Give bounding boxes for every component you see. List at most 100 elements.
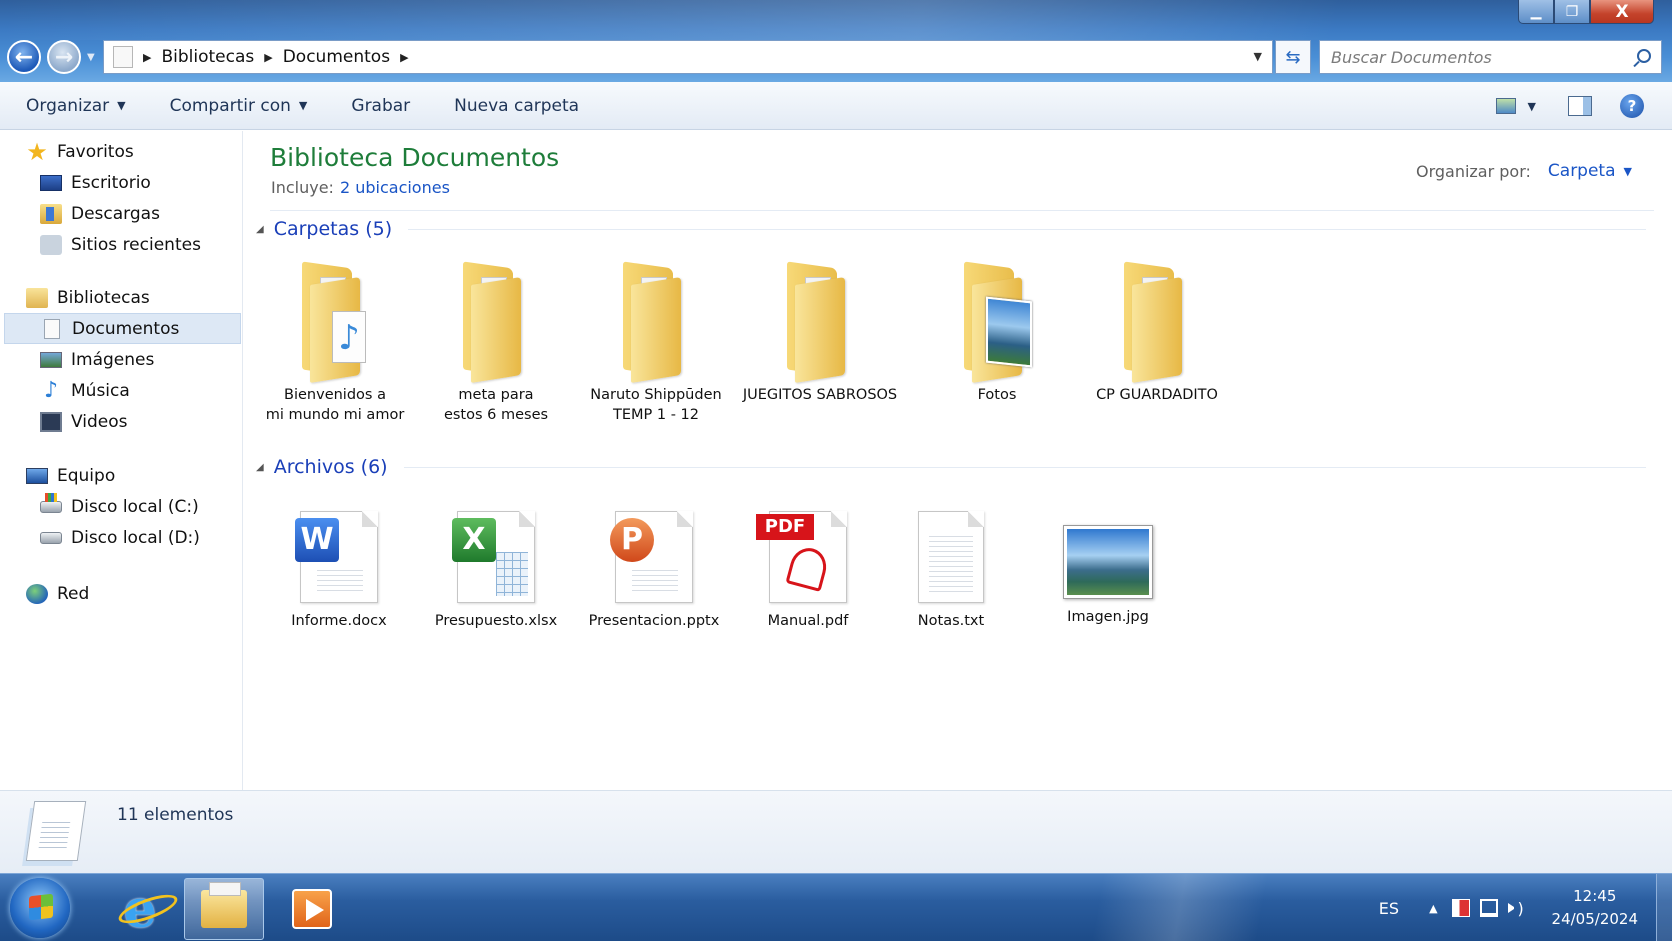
excel-badge: X [452, 518, 496, 562]
file-tile-presentacion[interactable]: P Presentacion.pptx [574, 511, 734, 631]
sidebar-item-favoritos[interactable]: ★ Favoritos [0, 136, 243, 167]
collapse-triangle-icon[interactable]: ◢ [256, 462, 264, 473]
new-folder-button[interactable]: Nueva carpeta [454, 96, 579, 116]
files-group-header[interactable]: ◢ Archivos (6) [256, 456, 1646, 478]
folder-name-line2: TEMP 1 - 12 [612, 407, 699, 423]
file-list-area: Biblioteca Documentos Incluye: 2 ubicacio… [244, 131, 1672, 790]
arrange-by-dropdown[interactable]: Carpeta [1548, 161, 1616, 181]
burn-button[interactable]: Grabar [351, 96, 410, 116]
file-tile-notas[interactable]: Notas.txt [876, 511, 1026, 631]
folder-name: Fotos [977, 387, 1017, 403]
sidebar-item-label: Documentos [72, 318, 180, 339]
files-group-label: Archivos (6) [273, 456, 388, 478]
folders-group-header[interactable]: ◢ Carpetas (5) [256, 218, 1646, 240]
sidebar-item-label: Escritorio [71, 172, 151, 193]
breadcrumb-bibliotecas[interactable]: Bibliotecas [161, 47, 254, 67]
library-includes: Incluye: 2 ubicaciones [271, 178, 450, 197]
breadcrumb-documentos[interactable]: Documentos [283, 47, 390, 67]
new-folder-label: Nueva carpeta [454, 95, 580, 116]
organize-label: Organizar [26, 95, 110, 116]
word-badge: W [295, 518, 339, 562]
show-desktop-button[interactable] [1656, 874, 1672, 941]
file-name: Notas.txt [917, 613, 985, 629]
taskbar-internet-explorer[interactable]: e [100, 878, 180, 940]
folder-icon [1120, 261, 1194, 383]
language-indicator[interactable]: ES [1379, 899, 1399, 918]
taskbar-windows-explorer[interactable] [184, 878, 264, 940]
folders-group-label: Carpetas (5) [273, 218, 393, 240]
arrange-by-label: Organizar por: [1415, 161, 1531, 181]
taskbar: e ES ▲ 12:45 24/05/2024 [0, 873, 1672, 941]
folder-tile-bienvenidos[interactable]: ♪ Bienvenidos a mi mundo mi amor [260, 261, 410, 425]
folder-icon [201, 882, 247, 928]
sidebar-item-musica[interactable]: ♪ Música [0, 375, 243, 406]
sidebar-item-bibliotecas[interactable]: Bibliotecas [0, 282, 243, 313]
search-input[interactable] [1331, 47, 1621, 67]
address-bar[interactable]: ▶ Bibliotecas ▶ Documentos ▶ ▼ [103, 40, 1273, 74]
network-status-icon[interactable] [1479, 899, 1498, 917]
help-icon[interactable]: ? [1620, 94, 1644, 118]
folder-name-line1: Naruto Shippūden [590, 387, 722, 403]
view-options-dropdown[interactable]: ▼ [1528, 100, 1536, 113]
sidebar-item-disco-c[interactable]: Disco local (C:) [0, 491, 243, 522]
clock-time: 12:45 [1573, 887, 1617, 905]
breadcrumb-separator[interactable]: ▶ [264, 51, 272, 64]
command-bar-right: ▼ ? [1495, 82, 1672, 130]
sidebar-item-equipo[interactable]: Equipo [0, 460, 243, 491]
title-bar: ▁ ❐ X ← → ▼ ▶ Bibliotecas ▶ Documentos ▶… [0, 0, 1672, 82]
file-name: Manual.pdf [767, 613, 849, 629]
sidebar-item-descargas[interactable]: Descargas [0, 198, 243, 229]
start-button[interactable] [10, 878, 70, 938]
folder-tile-meta[interactable]: meta para estos 6 meses [421, 261, 571, 425]
folder-tile-cp-guardadito[interactable]: CP GUARDADITO [1082, 261, 1232, 405]
sidebar-item-imagenes[interactable]: Imágenes [0, 344, 243, 375]
change-view-icon[interactable] [1495, 98, 1516, 114]
sidebar-item-documentos[interactable]: Documentos [4, 313, 241, 344]
recent-pages-dropdown[interactable]: ▼ [87, 52, 95, 63]
volume-icon[interactable] [1507, 899, 1526, 918]
search-box[interactable] [1319, 40, 1662, 74]
clock-date: 24/05/2024 [1551, 910, 1638, 928]
sidebar-item-red[interactable]: Red [0, 578, 243, 609]
folder-tile-naruto[interactable]: Naruto Shippūden TEMP 1 - 12 [581, 261, 731, 425]
powerpoint-file-icon: P [610, 511, 693, 603]
minimize-button[interactable]: ▁ [1518, 0, 1554, 24]
close-button[interactable]: X [1590, 0, 1654, 24]
preview-pane-icon[interactable] [1568, 96, 1592, 116]
file-tile-manual[interactable]: PDF Manual.pdf [733, 511, 883, 631]
action-center-flag-icon[interactable] [1451, 899, 1470, 917]
taskbar-media-player[interactable] [272, 878, 352, 940]
folder-tile-juegitos[interactable]: JUEGITOS SABROSOS [740, 261, 900, 405]
collapse-triangle-icon[interactable]: ◢ [256, 224, 264, 235]
clock[interactable]: 12:45 24/05/2024 [1552, 885, 1638, 931]
page-title: Biblioteca Documentos [270, 143, 560, 172]
folder-icon [783, 261, 857, 383]
refresh-button[interactable]: ⇆ [1275, 40, 1311, 74]
sidebar-item-label: Red [57, 583, 90, 604]
share-menu[interactable]: Compartir con ▼ [170, 96, 308, 116]
arrow-left-icon: ← [14, 44, 34, 70]
desktop-icon [40, 174, 62, 191]
sidebar-item-sitios-recientes[interactable]: Sitios recientes [0, 229, 243, 260]
file-tile-imagen[interactable]: Imagen.jpg [1033, 511, 1183, 627]
show-hidden-icons-button[interactable]: ▲ [1429, 902, 1437, 915]
folder-tile-fotos[interactable]: Fotos [922, 261, 1072, 405]
sidebar-item-escritorio[interactable]: Escritorio [0, 167, 243, 198]
file-tile-informe[interactable]: W Informe.docx [264, 511, 414, 631]
forward-button[interactable]: → [47, 40, 81, 74]
maximize-button[interactable]: ❐ [1554, 0, 1590, 24]
sidebar-item-videos[interactable]: Videos [0, 406, 243, 437]
chevron-down-icon[interactable]: ▼ [1624, 165, 1632, 178]
back-button[interactable]: ← [7, 40, 41, 74]
search-icon[interactable] [1637, 49, 1651, 63]
organize-menu[interactable]: Organizar ▼ [26, 96, 126, 116]
breadcrumb-separator[interactable]: ▶ [400, 51, 408, 64]
sidebar-item-disco-d[interactable]: Disco local (D:) [0, 522, 243, 553]
address-dropdown-icon[interactable]: ▼ [1254, 50, 1262, 63]
powerpoint-badge: P [610, 518, 654, 562]
network-icon [26, 583, 48, 604]
breadcrumb-separator[interactable]: ▶ [143, 51, 151, 64]
file-tile-presupuesto[interactable]: X Presupuesto.xlsx [421, 511, 571, 631]
library-locations-link[interactable]: 2 ubicaciones [340, 178, 450, 197]
folder-name-line1: meta para [458, 387, 534, 403]
